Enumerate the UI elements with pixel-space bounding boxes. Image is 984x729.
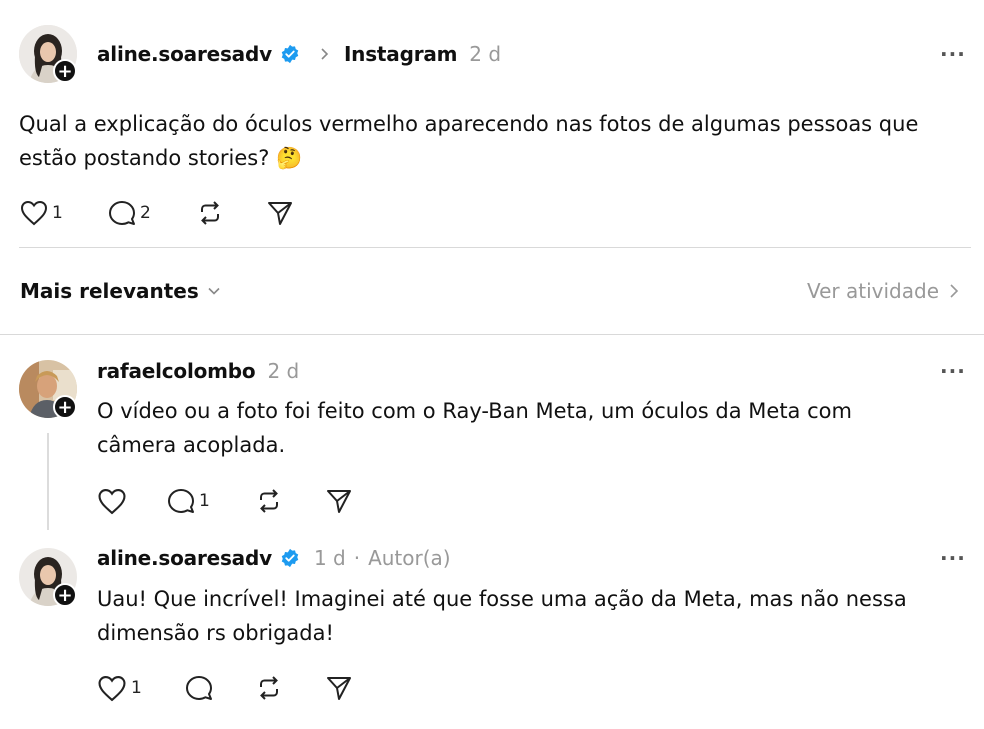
post-time: 2 d xyxy=(469,42,502,66)
chevron-right-icon xyxy=(321,48,329,60)
reply-text: Uau! Que incrível! Imaginei até que foss… xyxy=(97,587,907,645)
chevron-down-icon xyxy=(208,287,220,295)
repost-icon xyxy=(260,676,278,700)
reply-username[interactable]: rafaelcolombo xyxy=(97,359,256,383)
reply-text: O vídeo ou a foto foi feito com o Ray-Ba… xyxy=(97,399,852,457)
like-button[interactable]: 1 xyxy=(20,200,108,226)
divider xyxy=(19,247,971,248)
like-button[interactable]: 1 xyxy=(97,675,185,702)
reply-button[interactable]: 2 xyxy=(108,200,196,226)
sort-dropdown[interactable]: Mais relevantes xyxy=(20,279,221,303)
heart-icon xyxy=(98,675,126,701)
post-username[interactable]: aline.soaresadv xyxy=(97,42,272,66)
thread-line xyxy=(47,433,49,530)
reply-button[interactable]: 1 xyxy=(167,488,255,514)
send-icon xyxy=(327,677,351,700)
share-button[interactable] xyxy=(266,199,294,227)
divider xyxy=(0,334,984,335)
reply-more-button[interactable]: ··· xyxy=(940,546,966,570)
chevron-right-icon xyxy=(950,284,959,298)
send-icon xyxy=(268,202,292,225)
reply-more-button[interactable]: ··· xyxy=(940,359,966,383)
view-activity-label: Ver atividade xyxy=(807,279,940,303)
author-tag: Autor(a) xyxy=(368,546,451,570)
reply-button[interactable] xyxy=(185,675,255,701)
comment-icon xyxy=(186,676,212,700)
comment-icon xyxy=(168,489,194,513)
reply-count: 1 xyxy=(199,491,210,511)
like-button[interactable] xyxy=(97,488,167,515)
repost-icon xyxy=(201,201,219,225)
follow-plus-icon[interactable]: + xyxy=(53,395,77,419)
verified-badge-icon xyxy=(281,44,299,64)
post-more-button[interactable]: ··· xyxy=(940,42,966,66)
separator-dot: · xyxy=(353,546,361,570)
reply-username[interactable]: aline.soaresadv xyxy=(97,546,272,570)
heart-icon xyxy=(98,488,126,514)
like-count: 1 xyxy=(52,203,63,223)
view-activity-link[interactable]: Ver atividade xyxy=(807,279,961,303)
source-link[interactable]: Instagram xyxy=(344,42,458,66)
reply-time: 1 d xyxy=(313,546,346,570)
sort-label: Mais relevantes xyxy=(20,279,199,303)
reply-count: 2 xyxy=(140,203,151,223)
share-button[interactable] xyxy=(325,674,353,702)
repost-icon xyxy=(260,489,278,513)
post-text: Qual a explicação do óculos vermelho apa… xyxy=(19,112,919,170)
send-icon xyxy=(327,490,351,513)
like-count: 1 xyxy=(131,678,142,698)
repost-button[interactable] xyxy=(196,199,266,227)
follow-plus-icon[interactable]: + xyxy=(53,583,77,607)
share-button[interactable] xyxy=(325,487,353,515)
verified-badge-icon xyxy=(281,548,299,568)
heart-icon xyxy=(20,200,48,226)
follow-plus-icon[interactable]: + xyxy=(53,59,77,83)
comment-icon xyxy=(109,201,135,225)
repost-button[interactable] xyxy=(255,487,325,515)
repost-button[interactable] xyxy=(255,674,325,702)
reply-time: 2 d xyxy=(267,359,300,383)
